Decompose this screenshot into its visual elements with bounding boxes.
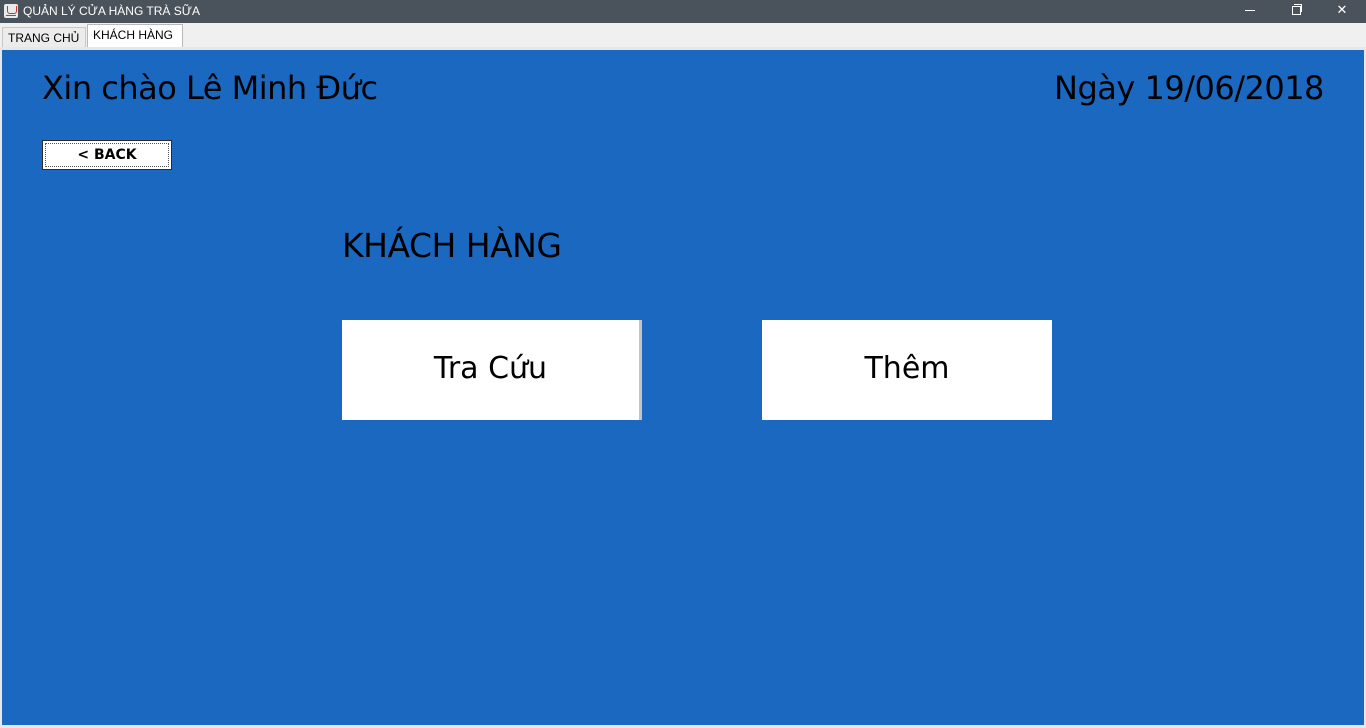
tab-khach-hang[interactable]: KHÁCH HÀNG: [87, 24, 183, 47]
add-customer-button[interactable]: Thêm: [762, 320, 1052, 420]
back-button[interactable]: < BACK: [42, 140, 172, 170]
customer-panel: Xin chào Lê Minh Đức Ngày 19/06/2018 < B…: [2, 50, 1364, 725]
title-bar[interactable]: QUẢN LÝ CỬA HÀNG TRÀ SỮA ✕: [0, 0, 1366, 23]
restore-icon: [1292, 4, 1302, 15]
greeting-text: Xin chào Lê Minh Đức: [42, 69, 378, 107]
minimize-icon: [1245, 10, 1255, 11]
section-title: KHÁCH HÀNG: [342, 226, 562, 265]
app-window: QUẢN LÝ CỬA HÀNG TRÀ SỮA ✕ TRANG CHỦ KHÁ…: [0, 0, 1366, 728]
lookup-button[interactable]: Tra Cứu: [342, 320, 642, 420]
close-button[interactable]: ✕: [1319, 0, 1365, 23]
minimize-button[interactable]: [1227, 0, 1273, 23]
date-text: Ngày 19/06/2018: [1054, 69, 1324, 107]
tab-label: TRANG CHỦ: [8, 31, 80, 45]
maximize-button[interactable]: [1273, 0, 1319, 23]
window-title: QUẢN LÝ CỬA HÀNG TRÀ SỮA: [23, 4, 200, 18]
tab-strip: TRANG CHỦ KHÁCH HÀNG: [0, 23, 1366, 48]
tab-trang-chu[interactable]: TRANG CHỦ: [2, 27, 86, 47]
close-icon: ✕: [1336, 3, 1348, 18]
java-app-icon: [4, 4, 18, 18]
tab-label: KHÁCH HÀNG: [93, 28, 174, 42]
